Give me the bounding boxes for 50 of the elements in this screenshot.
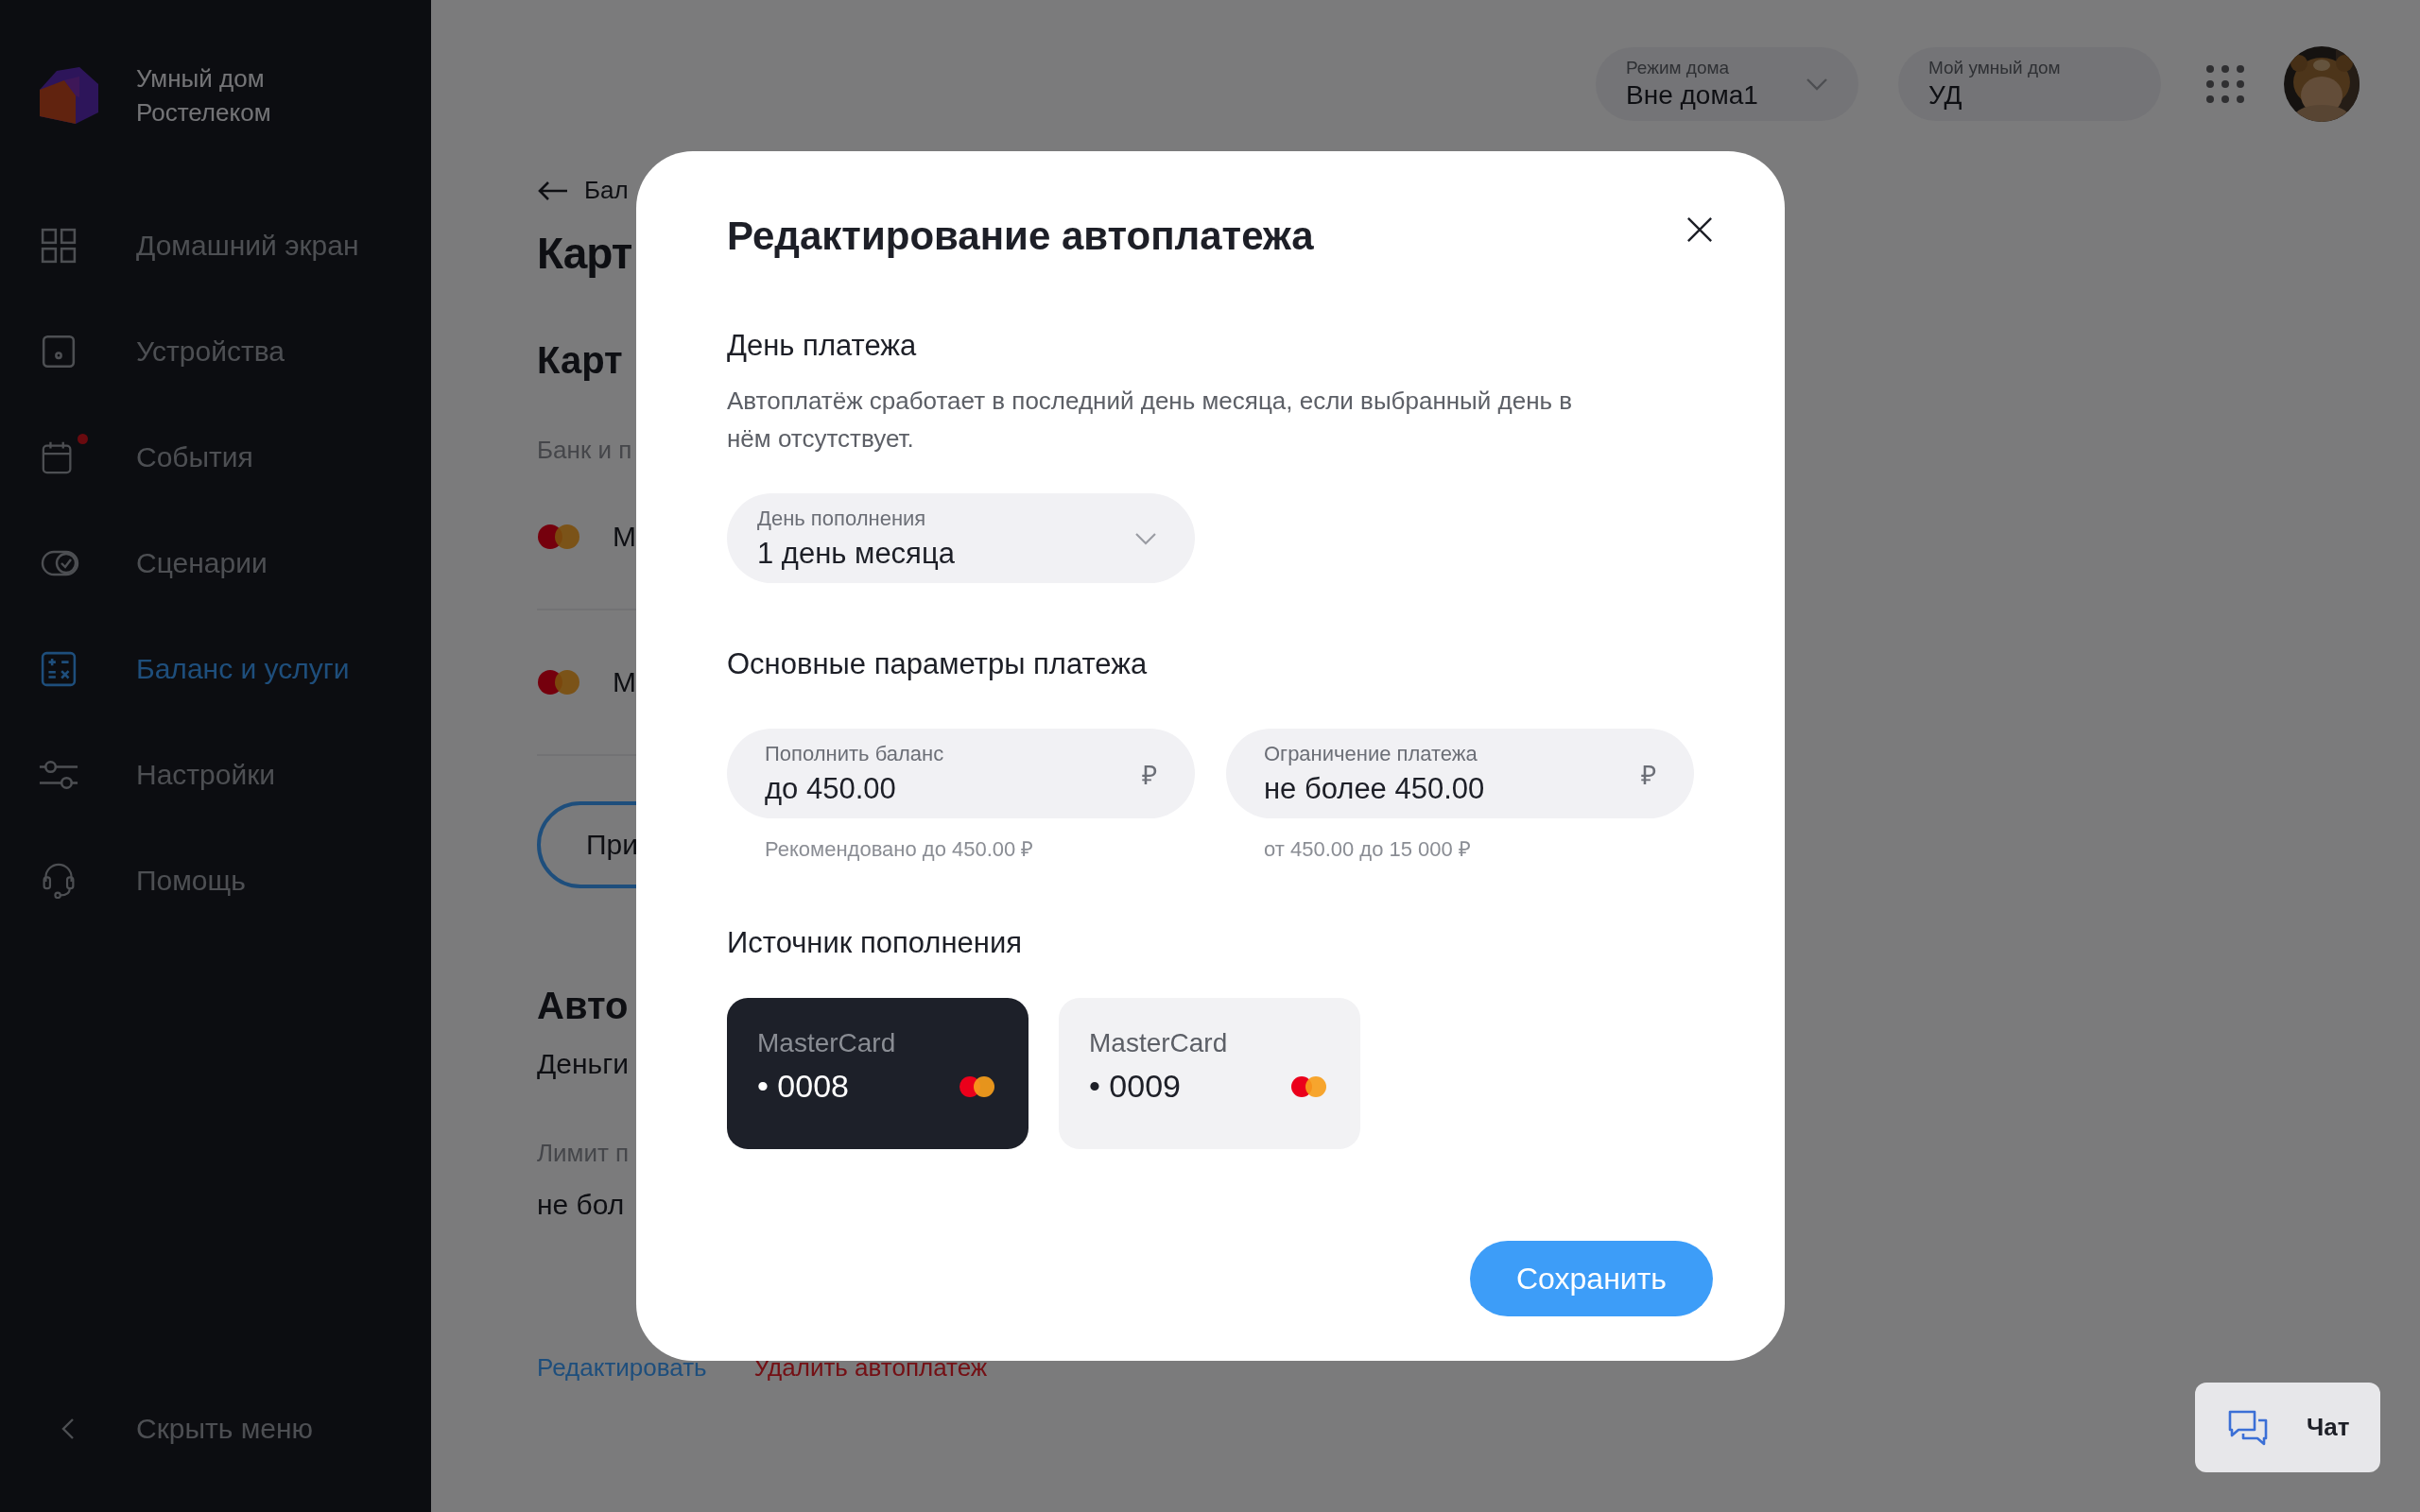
section-title: Карт: [537, 339, 623, 382]
arrow-left-icon: [537, 179, 569, 202]
card-name: М: [613, 666, 636, 698]
payment-system-icon: [537, 524, 580, 550]
nav-item[interactable]: Устройства: [0, 299, 431, 404]
home-mode-dropdown[interactable]: Режим дома Вне дома1: [1596, 47, 1858, 121]
payment-system-icon: [537, 669, 580, 696]
field-hint: от 450.00 до 15 000 ₽: [1264, 836, 1472, 862]
chat-bubbles-icon: [2227, 1408, 2269, 1447]
nav-item[interactable]: Домашний экран: [0, 193, 431, 299]
autopay-description: Деньги: [537, 1048, 629, 1080]
logo-icon: [38, 67, 100, 124]
field-hint: Рекомендовано до 450.00 ₽: [765, 836, 1035, 862]
nav-item[interactable]: Сценарии: [0, 510, 431, 616]
chevron-left-icon: [60, 1418, 76, 1440]
save-button[interactable]: Сохранить: [1470, 1241, 1713, 1316]
section-heading: День платежа: [727, 329, 918, 363]
day-note: Автоплатёж сработает в последний день месяца, если выбранный день в нём отсутствует.: [727, 386, 1574, 455]
calculator-icon: [41, 651, 77, 687]
section-title: Авто: [537, 985, 629, 1027]
section-heading: Источник пополнения: [727, 926, 1023, 960]
brand-name: Умный дом Ростелеком: [136, 63, 271, 129]
payment-system-icon: [959, 1074, 996, 1098]
device-icon: [41, 334, 77, 369]
edit-link[interactable]: Редактировать: [537, 1353, 707, 1383]
close-icon[interactable]: [1686, 216, 1713, 243]
nav-item[interactable]: Настройки: [0, 722, 431, 828]
modal-title: Редактирование автоплатежа: [727, 214, 1314, 259]
limit-value: не бол: [537, 1189, 625, 1221]
chevron-down-icon: [1806, 77, 1828, 91]
back-link[interactable]: Бал: [537, 176, 629, 205]
payment-card[interactable]: MasterCard • 0009: [1059, 998, 1360, 1149]
apps-grid-icon[interactable]: [2206, 65, 2244, 103]
headset-icon: [41, 863, 77, 899]
section-heading: Основные параметры платежа: [727, 647, 1149, 681]
chevron-down-icon: [1134, 531, 1157, 545]
payment-system-icon: [1290, 1074, 1328, 1098]
grid-icon: [41, 228, 77, 264]
nav-item[interactable]: Баланс и услуги: [0, 616, 431, 722]
collapse-menu-button[interactable]: Скрыть меню: [0, 1400, 431, 1457]
nav-item[interactable]: События: [0, 404, 431, 510]
amount-field[interactable]: Ограничение платежа не более 450.00 ₽: [1226, 729, 1694, 818]
day-select[interactable]: День пополнения 1 день месяца: [727, 493, 1195, 583]
card-name: М: [613, 521, 636, 553]
nav-item[interactable]: Помощь: [0, 828, 431, 934]
chat-button[interactable]: Чат: [2195, 1383, 2380, 1472]
page-title: Карт: [537, 228, 632, 279]
payment-card[interactable]: MasterCard • 0008: [727, 998, 1028, 1149]
amount-field[interactable]: Пополнить баланс до 450.00 ₽: [727, 729, 1195, 818]
home-selector[interactable]: Мой умный дом УД: [1898, 47, 2161, 121]
